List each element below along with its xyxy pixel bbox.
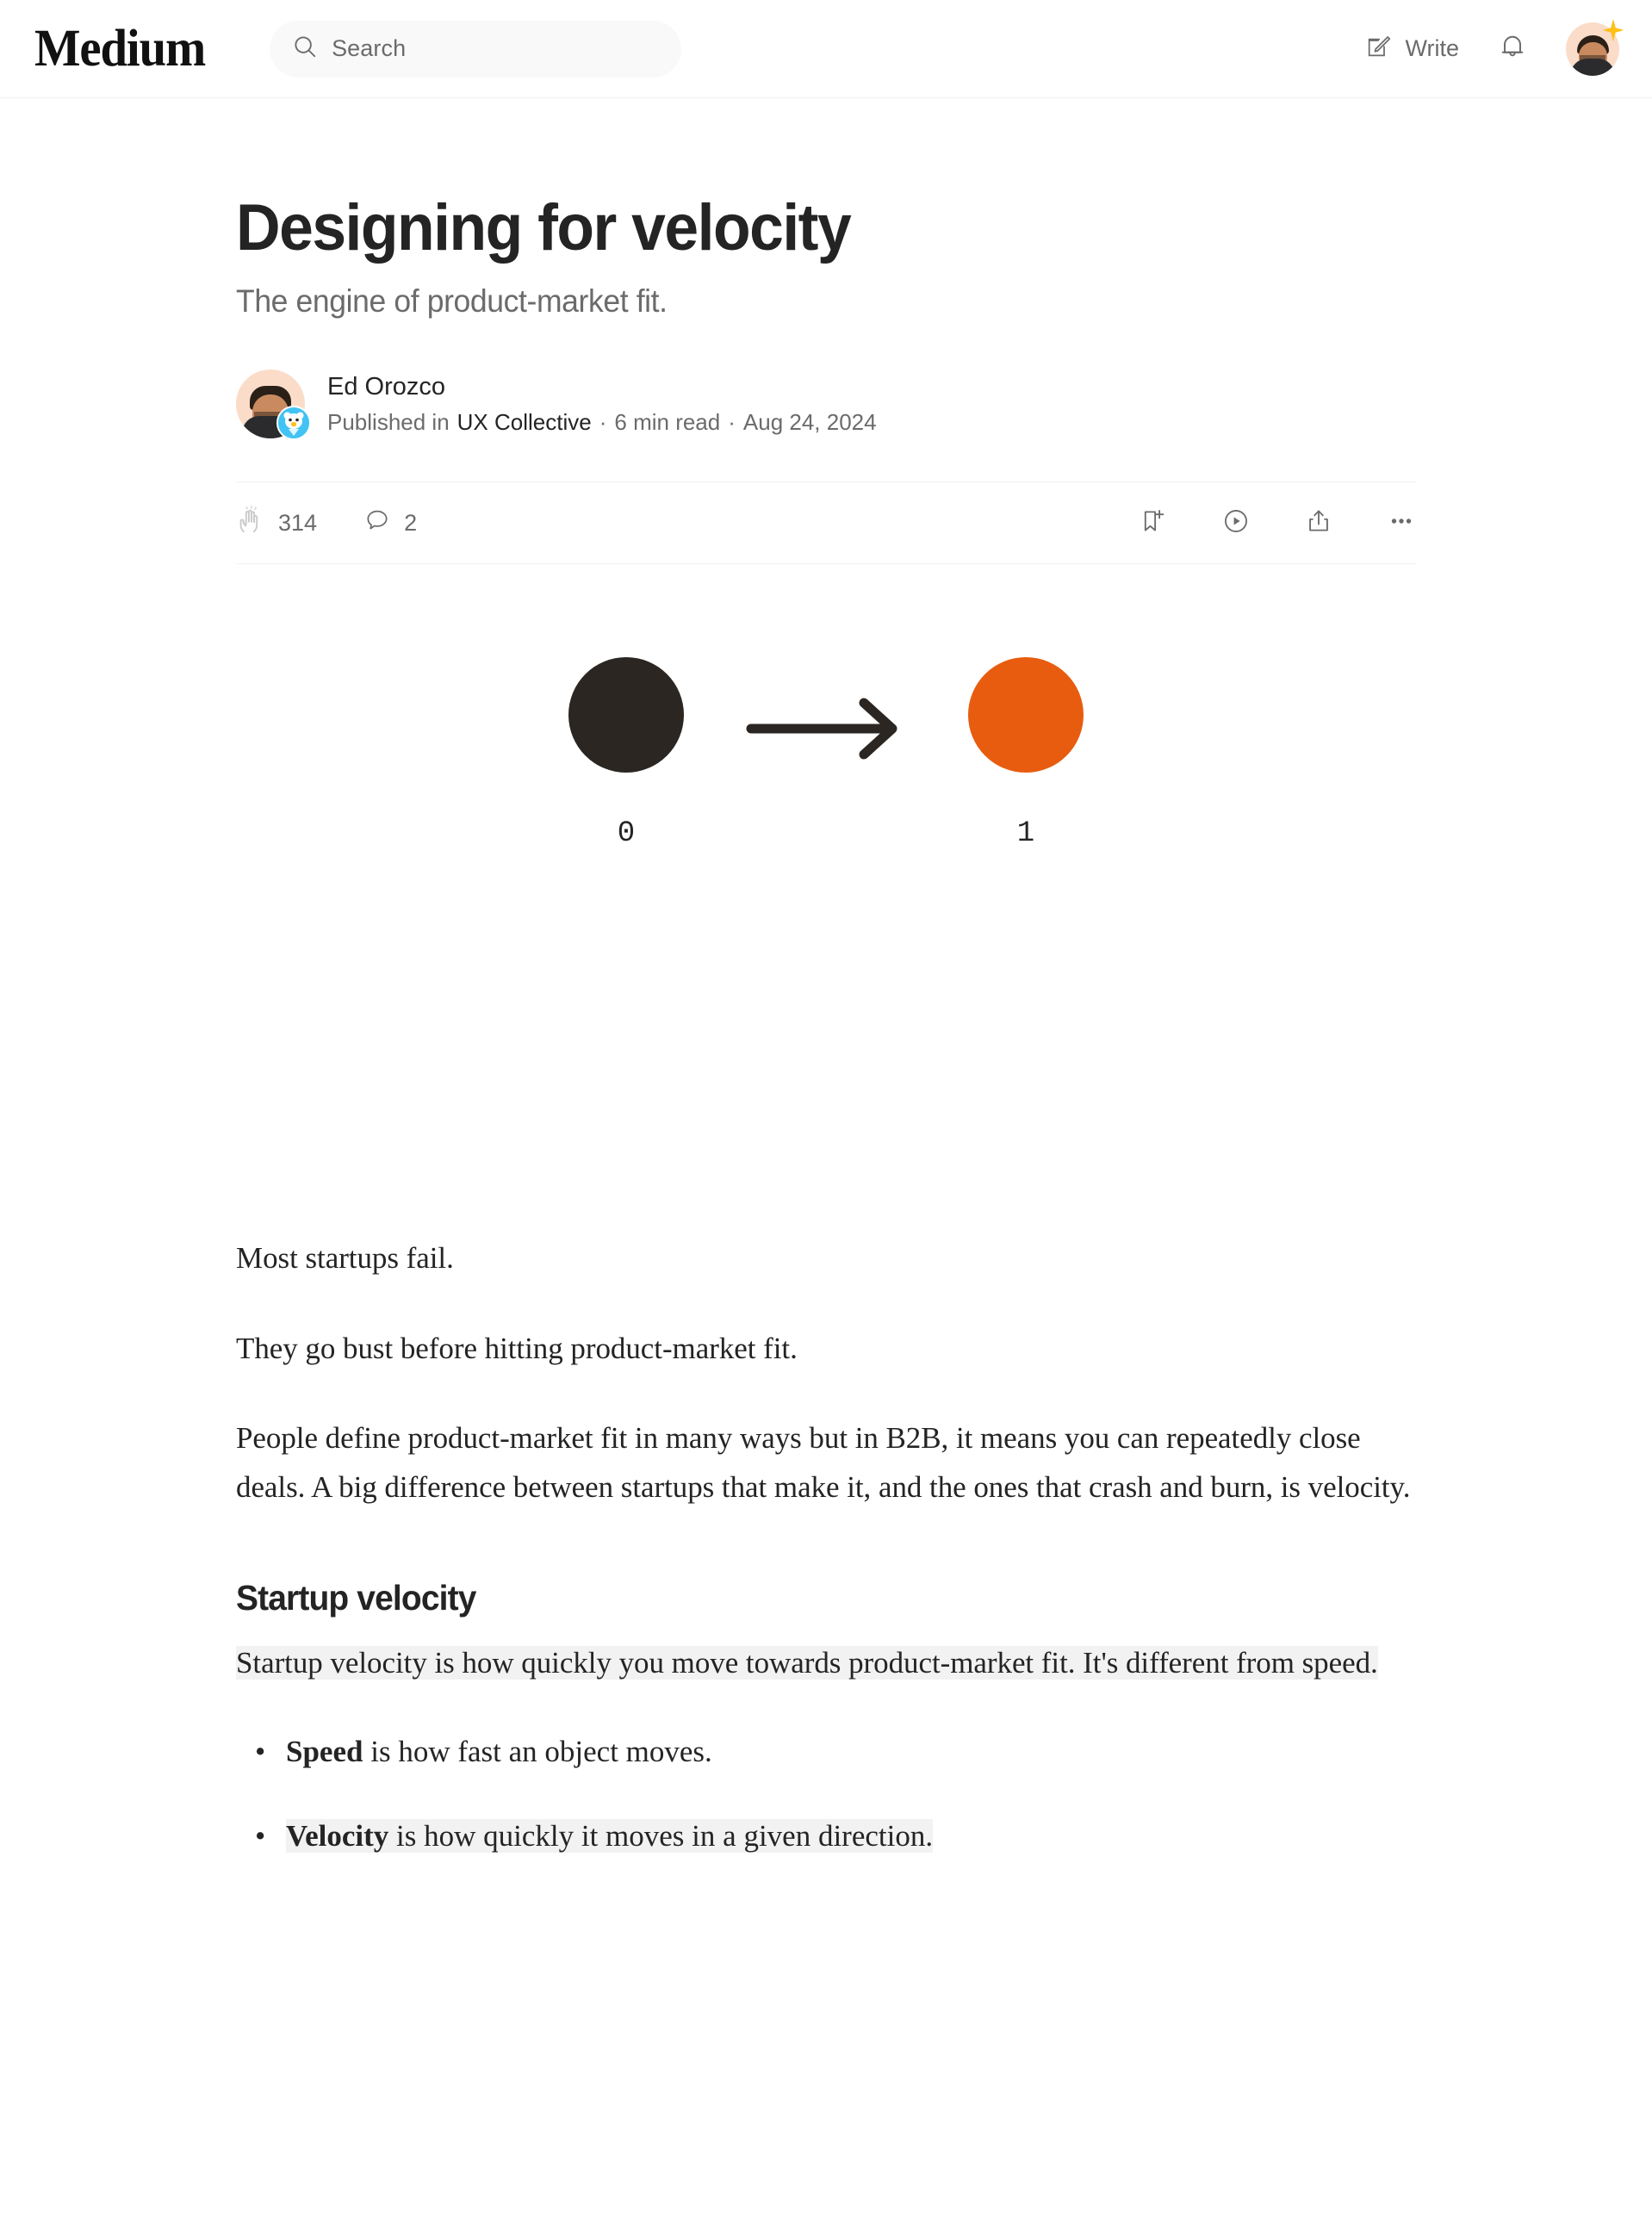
list-item: Speed is how fast an object moves. [236, 1728, 1416, 1777]
header-actions: Write [1365, 18, 1624, 76]
search-icon [292, 34, 318, 64]
publication-logo-badge [276, 406, 311, 441]
top-navigation-bar: Medium Search Write [0, 0, 1652, 98]
write-button-label: Write [1405, 35, 1459, 61]
action-bar-right [1139, 506, 1416, 540]
search-input-placeholder[interactable]: Search [332, 35, 406, 62]
bullet-1-text: is how fast an object moves. [363, 1734, 712, 1768]
bullet-2-text: is how quickly it moves in a given direc… [388, 1819, 934, 1854]
clap-icon [236, 505, 265, 541]
highlighted-bullet: Velocity is how quickly it moves in a gi… [286, 1819, 934, 1854]
star-icon [1600, 17, 1626, 43]
share-upload-icon[interactable] [1304, 506, 1333, 540]
article-action-bar: 314 2 [236, 481, 1416, 565]
byline-meta: Published in UX Collective · 6 min read … [327, 409, 877, 436]
paragraph-3: People define product-market fit in many… [236, 1421, 1411, 1505]
write-button[interactable]: Write [1365, 32, 1459, 65]
comment-count: 2 [404, 509, 418, 536]
hero-label-right: 1 [1016, 817, 1035, 851]
article-header: Designing for velocity The engine of pro… [236, 191, 1416, 565]
bullet-1-term: Speed [286, 1734, 363, 1768]
byline-separator-2: · [728, 408, 736, 435]
page-title: Designing for velocity [236, 191, 852, 264]
write-pencil-icon [1365, 32, 1393, 65]
author-avatar[interactable] [236, 370, 311, 441]
paragraph-1: Most startups fail. [236, 1241, 454, 1276]
medium-logo[interactable]: Medium [34, 22, 206, 75]
dark-circle [568, 657, 684, 773]
play-circle-icon[interactable] [1221, 506, 1251, 540]
comment-button[interactable]: 2 [363, 506, 417, 540]
published-in-label: Published in [327, 408, 450, 435]
read-time: 6 min read [614, 408, 721, 435]
list-item: Velocity is how quickly it moves in a gi… [236, 1812, 1416, 1861]
byline: Ed Orozco Published in UX Collective · 6… [236, 370, 1416, 441]
bookmark-add-icon[interactable] [1139, 506, 1168, 540]
byline-separator-1: · [599, 408, 607, 435]
comment-bubble-icon [363, 506, 391, 540]
hero-label-left: 0 [617, 817, 636, 851]
action-bar-left: 314 2 [236, 505, 417, 541]
bullet-2-term: Velocity [286, 1819, 389, 1854]
highlighted-text: Startup velocity is how quickly you move… [236, 1645, 1378, 1680]
avatar[interactable] [1566, 18, 1624, 76]
ellipsis-icon[interactable] [1387, 506, 1416, 540]
search-box[interactable]: Search [270, 20, 682, 78]
byline-text: Ed Orozco Published in UX Collective · 6… [327, 373, 877, 436]
paragraph-4: Startup velocity is how quickly you move… [236, 1639, 1416, 1688]
clap-button[interactable]: 314 [236, 505, 318, 541]
arrow-right-icon [744, 696, 908, 766]
article-subtitle: The engine of product-market fit. [236, 283, 668, 320]
avatar-shoulders [1570, 58, 1615, 76]
publication-link[interactable]: UX Collective [457, 409, 592, 436]
paragraph-2: They go bust before hitting product-mark… [236, 1331, 798, 1365]
bell-icon[interactable] [1497, 31, 1528, 66]
orange-circle [968, 657, 1084, 773]
publish-date: Aug 24, 2024 [742, 408, 877, 435]
hero-node-end: 1 [968, 657, 1084, 850]
hero-figure: 0 1 [0, 657, 1652, 1053]
clap-count: 314 [278, 509, 318, 536]
author-name[interactable]: Ed Orozco [327, 373, 877, 401]
article-body: Most startups fail. They go bust before … [236, 1234, 1416, 1861]
hero-node-start: 0 [568, 657, 684, 850]
definition-list: Speed is how fast an object moves. Veloc… [236, 1728, 1416, 1861]
section-heading: Startup velocity [236, 1577, 476, 1618]
article-container: Designing for velocity The engine of pro… [0, 98, 1652, 1861]
